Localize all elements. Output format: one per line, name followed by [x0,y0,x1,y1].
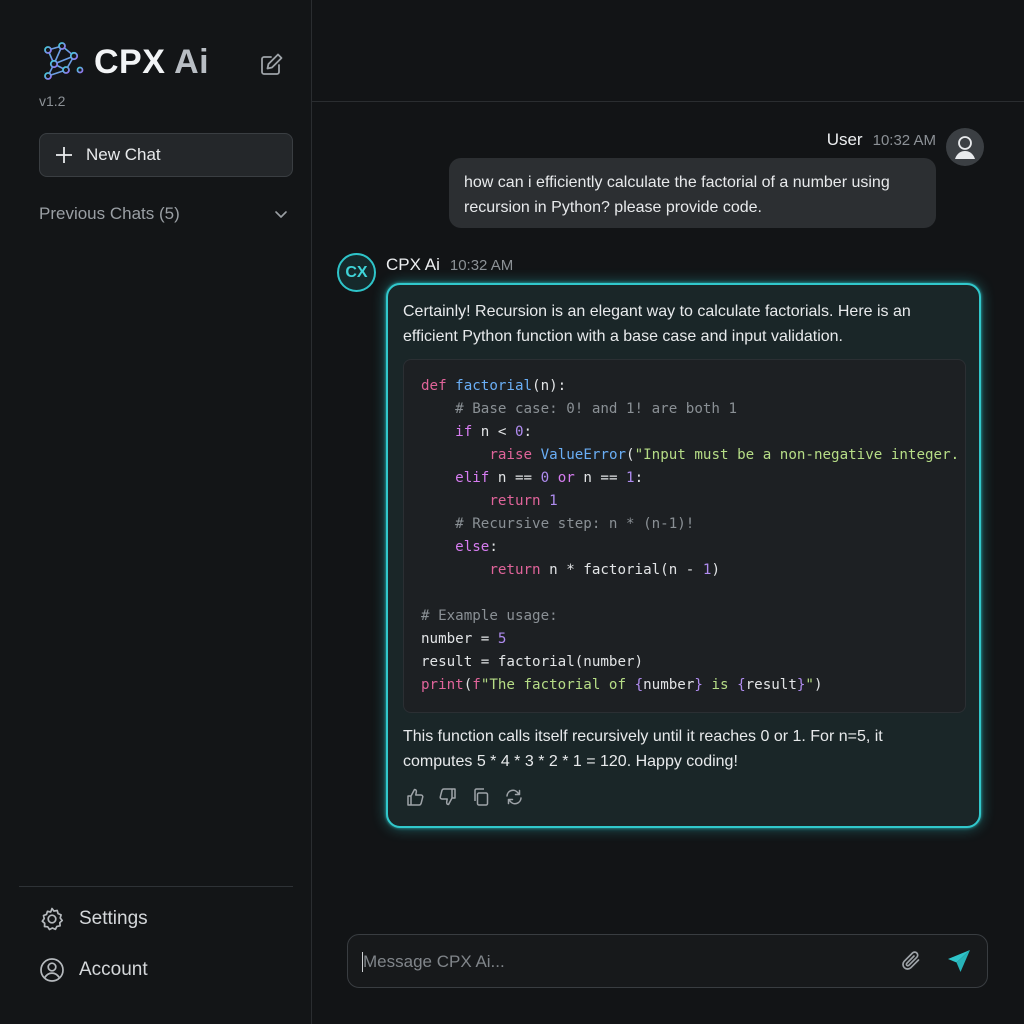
bot-intro-line: Certainly! Recursion is an elegant way t… [403,303,911,320]
code-line: def factorial(n): [421,378,567,394]
message-actions [405,787,537,807]
code-line: raise ValueError("Input must be a non-ne… [489,447,960,463]
bot-intro-line: efficient Python function with a base ca… [403,328,843,345]
bot-message-bubble: Certainly! Recursion is an elegant way t… [386,283,981,828]
message-input[interactable] [363,947,883,977]
code-line: number = 5 [421,631,507,647]
bot-name: CPX Ai [386,255,440,274]
sidebar: CPX Ai v1.2 New Chat Previous Chats (5) … [0,0,312,1024]
copy-icon[interactable] [471,787,491,807]
bot-message-meta: CPX Ai 10:32 AM [386,255,513,275]
network-logo-icon [44,42,84,80]
bot-outro-line: This function calls itself recursively u… [403,728,883,745]
gear-icon [41,907,64,931]
code-line: return 1 [489,493,558,509]
message-composer [347,934,988,988]
account-link[interactable]: Account [39,957,148,983]
person-icon [955,136,975,159]
settings-label: Settings [79,908,148,929]
header-divider [312,101,1024,102]
regenerate-icon[interactable] [504,787,524,807]
brand[interactable]: CPX Ai [40,40,209,84]
new-chat-label: New Chat [86,145,161,164]
user-name: User [826,130,863,149]
bot-outro-text: This function calls itself recursively u… [403,724,963,774]
thumbs-down-icon[interactable] [438,787,458,807]
new-chat-button[interactable]: New Chat [39,133,293,177]
code-line: if n < 0: [455,424,533,440]
code-line: result = factorial(number) [421,654,644,670]
user-message-line: how can i efficiently calculate the fact… [464,174,890,191]
thumbs-up-icon[interactable] [405,787,425,807]
bot-outro-line: computes 5 * 4 * 3 * 2 * 1 = 120. Happy … [403,753,738,770]
user-timestamp: 10:32 AM [872,132,936,149]
brand-name: CPX Ai [94,43,209,82]
version-label: v1.2 [39,93,66,109]
previous-chats-label: Previous Chats (5) [39,204,180,223]
plus-icon [56,147,72,163]
brand-name-suffix: Ai [174,42,210,81]
user-message-line: recursion in Python? please provide code… [464,199,762,216]
code-line: else: [455,539,498,555]
paperclip-icon[interactable] [899,948,925,974]
bot-avatar: CX [337,253,376,292]
code-line: elif n == 0 or n == 1: [455,470,644,486]
code-line: print(f"The factorial of {number} is {re… [421,677,823,693]
bot-intro-text: Certainly! Recursion is an elegant way t… [403,299,963,349]
code-line: return n * factorial(n - 1) [489,562,720,578]
code-line: # Example usage: [421,608,558,624]
sidebar-divider [19,886,293,887]
code-block[interactable]: def factorial(n): # Base case: 0! and 1!… [403,359,966,713]
user-avatar [946,128,984,166]
previous-chats-toggle[interactable]: Previous Chats (5) [39,200,289,228]
chevron-down-icon [275,211,287,218]
account-label: Account [79,959,148,980]
user-circle-icon [40,958,64,982]
bot-timestamp: 10:32 AM [449,257,514,274]
code-line: # Base case: 0! and 1! are both 1 [455,401,738,417]
send-icon[interactable] [945,947,973,975]
user-message-bubble: how can i efficiently calculate the fact… [449,158,936,228]
user-message-meta: User 10:32 AM [827,130,936,150]
code-line: # Recursive step: n * (n-1)! [455,516,695,532]
brand-name-main: CPX [94,42,166,81]
settings-link[interactable]: Settings [39,906,148,932]
edit-compose-icon[interactable] [258,50,286,78]
